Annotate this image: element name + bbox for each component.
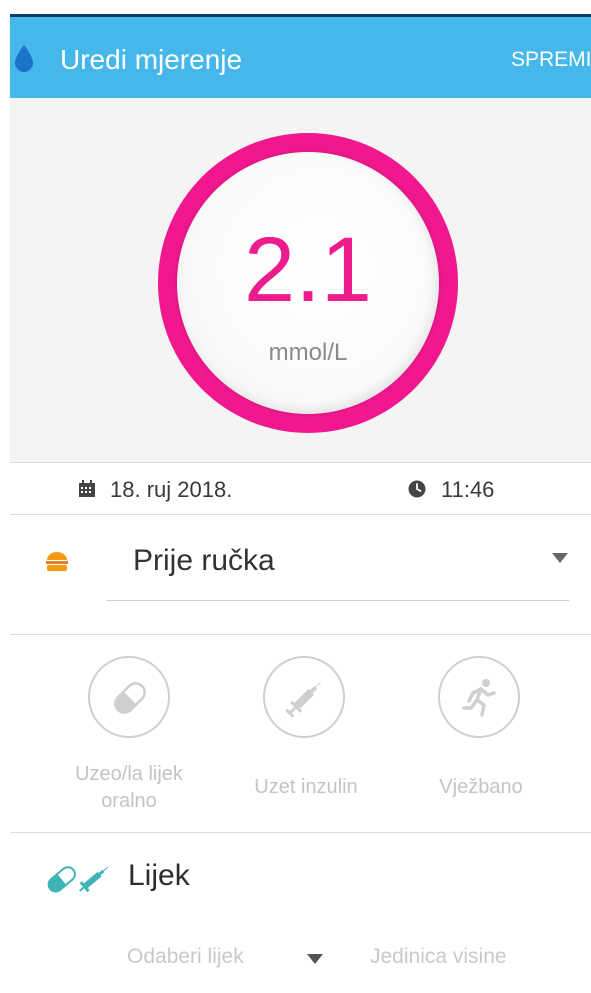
measurement-dial: 2.1 mmol/L	[177, 152, 439, 414]
exercise-toggle[interactable]	[438, 656, 520, 738]
pill-icon	[114, 682, 146, 714]
oral-medication-toggle[interactable]	[88, 656, 170, 738]
divider	[10, 514, 591, 515]
insulin-label: Uzet inzulin	[254, 776, 358, 798]
meal-select-underline	[106, 600, 569, 601]
divider	[10, 634, 591, 635]
medication-title: Lijek	[128, 859, 190, 892]
chevron-down-icon[interactable]	[552, 553, 568, 563]
syringe-icon	[79, 866, 109, 893]
date-time-row: 18. ruj 2018. 11:46	[10, 462, 591, 514]
water-drop-icon	[15, 45, 33, 72]
medication-select[interactable]: Odaberi lijek	[127, 945, 244, 969]
chevron-down-icon[interactable]	[307, 954, 323, 964]
measurement-value: 2.1	[244, 219, 372, 321]
measurement-panel: 2.1 mmol/L	[10, 98, 591, 462]
medication-icons	[47, 866, 109, 893]
meal-select[interactable]: Prije ručka	[133, 544, 275, 578]
calendar-icon	[79, 480, 95, 497]
insulin-toggle[interactable]	[263, 656, 345, 738]
oral-medication-label: Uzeo/la lijek oralno	[75, 763, 183, 812]
save-button[interactable]: SPREMI	[511, 48, 591, 72]
dose-unit-input[interactable]: Jedinica visine	[370, 945, 507, 969]
exercise-label: Vježbano	[439, 776, 523, 798]
measurement-ring[interactable]: 2.1 mmol/L	[158, 133, 458, 433]
date-field[interactable]: 18. ruj 2018.	[110, 477, 232, 503]
divider	[10, 832, 591, 833]
app-bar: Uredi mjerenje SPREMI	[10, 17, 591, 98]
clock-icon	[408, 480, 426, 498]
burger-icon	[46, 552, 68, 571]
pill-icon	[47, 866, 76, 893]
time-field[interactable]: 11:46	[441, 477, 494, 503]
page-title: Uredi mjerenje	[60, 44, 243, 75]
running-person-icon	[462, 679, 496, 717]
syringe-icon	[285, 682, 321, 718]
measurement-unit: mmol/L	[268, 339, 348, 366]
